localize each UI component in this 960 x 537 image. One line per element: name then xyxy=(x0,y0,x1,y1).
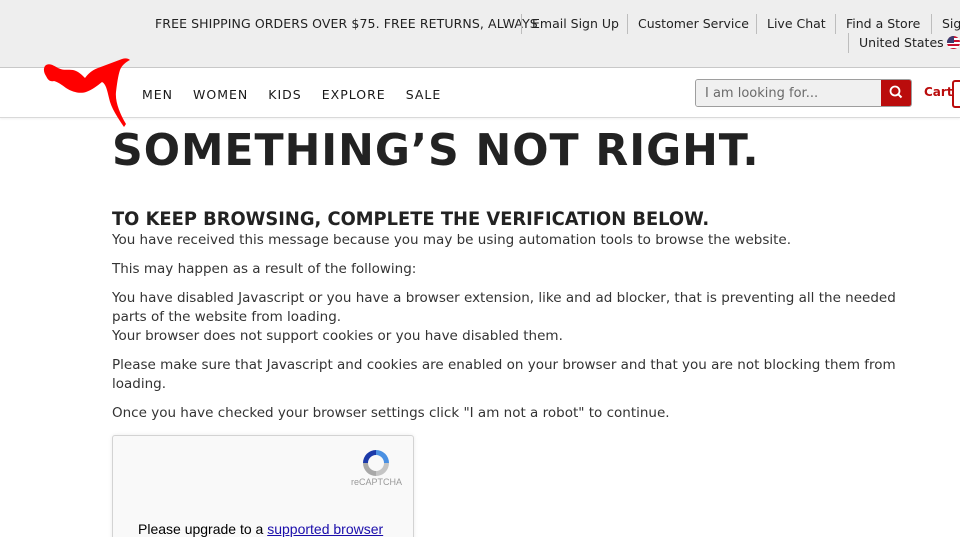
search-button[interactable] xyxy=(881,80,911,106)
recaptcha-brand: reCAPTCHA xyxy=(351,477,403,487)
verification-content: SOMETHING’S NOT RIGHT. TO KEEP BROWSING,… xyxy=(112,124,902,423)
upgrade-message-text: Please upgrade to a xyxy=(138,521,268,537)
nav-women[interactable]: WOMEN xyxy=(193,87,248,102)
find-store-link[interactable]: Find a Store xyxy=(835,14,920,34)
cart-bag-icon[interactable] xyxy=(952,80,960,108)
search-box xyxy=(695,79,912,107)
message-paragraph: Please make sure that Javascript and coo… xyxy=(112,357,896,392)
message-paragraph: Your browser does not support cookies or… xyxy=(112,328,563,344)
email-signup-link[interactable]: Email Sign Up xyxy=(521,14,619,34)
country-selector[interactable]: United States xyxy=(848,33,944,53)
customer-service-link[interactable]: Customer Service xyxy=(627,14,749,34)
live-chat-link[interactable]: Live Chat xyxy=(756,14,826,34)
cart-link[interactable]: Cart xyxy=(924,85,953,99)
supported-browser-link[interactable]: supported browser xyxy=(267,521,383,537)
main-nav: MEN WOMEN KIDS EXPLORE SALE xyxy=(142,87,461,102)
nav-kids[interactable]: KIDS xyxy=(268,87,301,102)
search-icon xyxy=(889,85,903,99)
page-title: SOMETHING’S NOT RIGHT. xyxy=(112,125,760,176)
nav-explore[interactable]: EXPLORE xyxy=(322,87,386,102)
nav-men[interactable]: MEN xyxy=(142,87,173,102)
utility-bar: FREE SHIPPING ORDERS OVER $75. FREE RETU… xyxy=(0,0,960,68)
message-paragraph: Once you have checked your browser setti… xyxy=(112,405,670,421)
shipping-promo: FREE SHIPPING ORDERS OVER $75. FREE RETU… xyxy=(155,16,538,31)
page-subtitle: TO KEEP BROWSING, COMPLETE THE VERIFICAT… xyxy=(112,208,710,230)
message-paragraph: This may happen as a result of the follo… xyxy=(112,261,417,277)
recaptcha-widget[interactable]: reCAPTCHA Please upgrade to a supported … xyxy=(112,435,414,537)
message-paragraph: You have received this message because y… xyxy=(112,232,792,248)
nav-sale[interactable]: SALE xyxy=(406,87,442,102)
upgrade-browser-message: Please upgrade to a supported browser xyxy=(138,521,383,537)
sign-in-link[interactable]: Sig xyxy=(931,14,960,34)
us-flag-icon[interactable] xyxy=(947,36,960,49)
message-paragraph: You have disabled Javascript or you have… xyxy=(112,290,896,325)
puma-logo-icon[interactable] xyxy=(40,56,134,128)
recaptcha-icon xyxy=(363,450,389,476)
search-input[interactable] xyxy=(696,80,883,106)
